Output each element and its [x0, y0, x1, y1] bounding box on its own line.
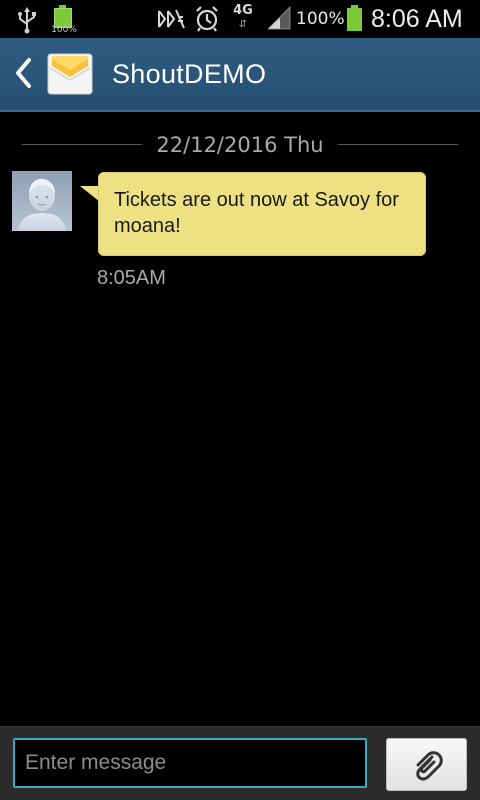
message-time: 8:05AM [97, 267, 166, 289]
envelope-icon[interactable] [46, 50, 94, 96]
battery-percent: 100% [296, 9, 345, 29]
mute-icon [156, 7, 186, 31]
data-activity-icon: ⇵ [238, 19, 248, 30]
battery-charging-icon: 100% [50, 4, 77, 35]
message-bubble[interactable]: Tickets are out now at Savoy for moana! [98, 172, 426, 256]
battery-icon [346, 5, 364, 33]
network-type-text: 4G [233, 3, 253, 18]
message-input[interactable] [13, 738, 367, 788]
compose-bar [0, 726, 480, 800]
signal-icon [266, 6, 292, 30]
paperclip-icon [416, 751, 443, 781]
conversation-date: 22/12/2016 Thu [156, 133, 324, 157]
alarm-icon [194, 5, 220, 33]
status-bar: 100% 4G ⇵ 100% 8:06 AM [0, 0, 480, 38]
attach-button[interactable] [386, 738, 467, 791]
usb-icon [14, 6, 40, 34]
action-bar: ShoutDEMO [0, 38, 480, 112]
contact-avatar[interactable] [12, 171, 72, 231]
message-text: Tickets are out now at Savoy for moana! [114, 189, 399, 237]
back-arrow-icon[interactable] [12, 56, 34, 90]
network-type-label: 4G ⇵ [232, 4, 254, 34]
status-clock: 8:06 AM [371, 5, 463, 33]
messaging-screen: 100% 4G ⇵ 100% 8:06 AM ShoutDEMO 22/12/2… [0, 0, 480, 800]
conversation-title[interactable]: ShoutDEMO [112, 56, 266, 92]
date-divider: 22/12/2016 Thu [22, 130, 458, 158]
battery-small-label: 100% [51, 25, 77, 35]
bubble-tail [80, 186, 100, 202]
